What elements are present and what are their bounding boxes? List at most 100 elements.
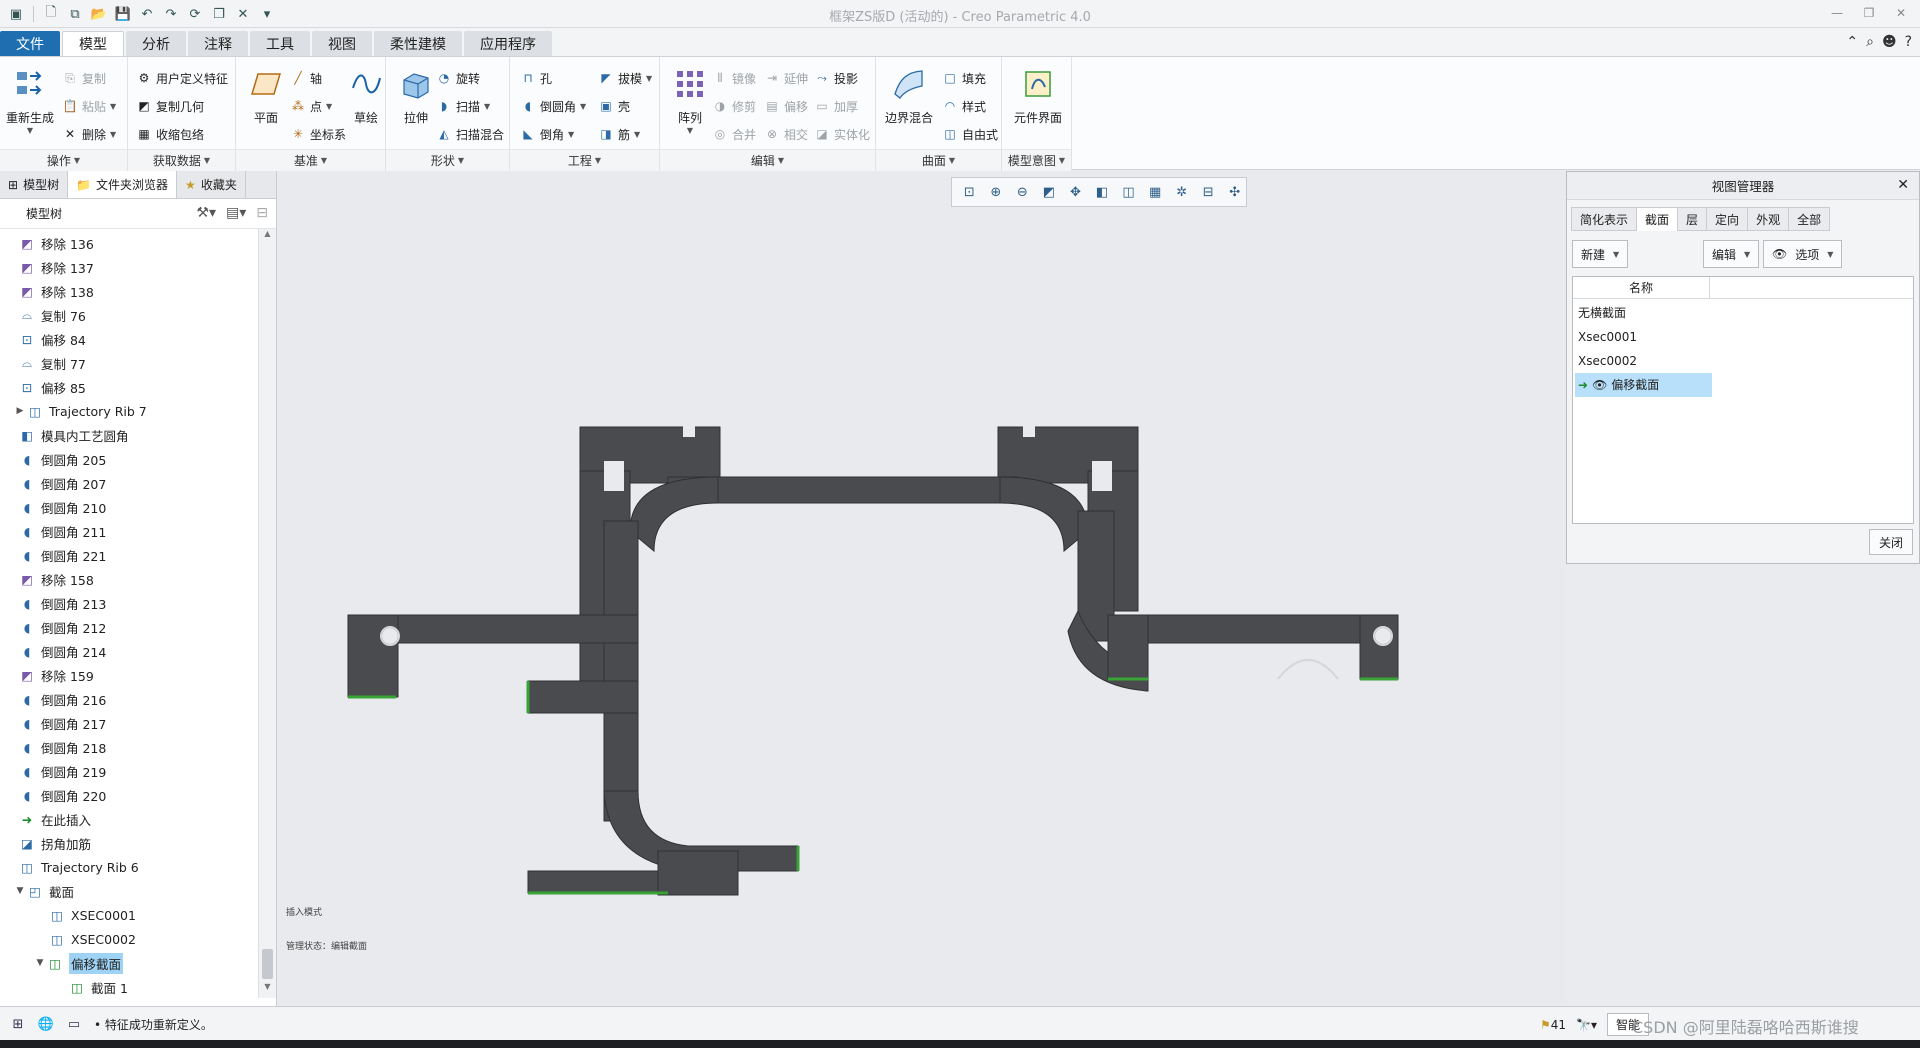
tree-item[interactable]: ◖ 倒圆角 214 bbox=[18, 639, 107, 663]
tree-item[interactable]: ◪ 拐角加筋 bbox=[18, 831, 91, 855]
tree-item[interactable]: ◖ 倒圆角 221 bbox=[18, 543, 107, 567]
scroll-thumb[interactable] bbox=[262, 949, 273, 979]
tab-annotate[interactable]: 注释 bbox=[188, 31, 248, 56]
trim-button[interactable]: ◑ 修剪 bbox=[712, 95, 756, 117]
regenerate-dropdown-icon[interactable]: ▼ bbox=[27, 126, 33, 135]
tree-item[interactable]: ⊡ 偏移 85 bbox=[18, 375, 86, 399]
delete-button[interactable]: ✕ 删除 ▼ bbox=[62, 123, 116, 145]
collapse-icon[interactable]: ▼ bbox=[14, 886, 26, 896]
freestyle-button[interactable]: ◫ 自由式 bbox=[942, 123, 998, 145]
tree-show-icon[interactable]: ▤▾ bbox=[226, 205, 246, 221]
tree-item[interactable]: ◫ 截面 1 bbox=[68, 975, 128, 998]
swept-blend-button[interactable]: ◭ 扫描混合 bbox=[436, 123, 504, 145]
tab-applications[interactable]: 应用程序 bbox=[464, 31, 552, 56]
find-icon[interactable]: 🔭▾ bbox=[1576, 1018, 1597, 1032]
tree-item[interactable]: ◖ 倒圆角 205 bbox=[18, 447, 107, 471]
point-button[interactable]: ⁂ 点 ▼ bbox=[290, 95, 332, 117]
search-icon[interactable]: ⌕ bbox=[1866, 34, 1874, 50]
style-button[interactable]: ◠ 样式 bbox=[942, 95, 986, 117]
tree-item[interactable]: ⊡ 偏移 84 bbox=[18, 327, 86, 351]
rib-button[interactable]: ◨ 筋 ▼ bbox=[598, 123, 640, 145]
sketch-button[interactable]: 草绘 bbox=[340, 63, 392, 147]
close-icon[interactable]: ✕ bbox=[1897, 177, 1909, 193]
tab-all[interactable]: 全部 bbox=[1788, 207, 1831, 231]
tree-item[interactable]: ◖ 倒圆角 212 bbox=[18, 615, 107, 639]
browser-icon[interactable]: 🌐 bbox=[36, 1014, 56, 1034]
merge-button[interactable]: ◎ 合并 bbox=[712, 123, 756, 145]
tab-simplified-rep[interactable]: 简化表示 bbox=[1571, 207, 1637, 231]
tree-item-selected[interactable]: ▼ ◫ 偏移截面 bbox=[34, 951, 124, 975]
solidify-button[interactable]: ◪ 实体化 bbox=[814, 123, 870, 145]
copy-geometry-button[interactable]: ◩ 复制几何 bbox=[136, 95, 204, 117]
tree-item[interactable]: ◖ 倒圆角 207 bbox=[18, 471, 107, 495]
component-interface-button[interactable]: 元件界面 bbox=[1010, 63, 1066, 147]
tab-favorites[interactable]: ★ 收藏夹 bbox=[177, 171, 246, 198]
tab-sections[interactable]: 截面 bbox=[1636, 207, 1678, 231]
column-name-header[interactable]: 名称 bbox=[1573, 277, 1710, 298]
chamfer-button[interactable]: ◣ 倒角 ▼ bbox=[520, 123, 574, 145]
section-row[interactable]: Xsec0001 bbox=[1575, 325, 1712, 349]
tree-item[interactable]: ◖ 倒圆角 213 bbox=[18, 591, 107, 615]
thicken-button[interactable]: ▭ 加厚 bbox=[814, 95, 858, 117]
pattern-dropdown-icon[interactable]: ▼ bbox=[687, 126, 693, 135]
tree-item[interactable]: ⌓ 复制 76 bbox=[18, 303, 86, 327]
tab-model-tree[interactable]: ⊞ 模型树 bbox=[0, 171, 69, 198]
close-icon[interactable]: ✕ bbox=[1888, 3, 1914, 23]
tree-item[interactable]: ◫ XSEC0001 bbox=[48, 903, 136, 927]
tree-item-sections[interactable]: ▼ ◰ 截面 bbox=[14, 879, 74, 903]
community-icon[interactable]: ☻ bbox=[1882, 34, 1897, 50]
tree-scrollbar[interactable]: ▲ ▼ bbox=[258, 229, 276, 998]
tree-item[interactable]: ◩ 移除 138 bbox=[18, 279, 94, 303]
fill-button[interactable]: □ 填充 bbox=[942, 67, 986, 89]
scroll-down-icon[interactable]: ▼ bbox=[259, 982, 276, 998]
plane-button[interactable]: 平面 bbox=[240, 63, 292, 147]
section-row-active[interactable]: ➜ 👁 偏移截面 bbox=[1575, 373, 1712, 397]
scroll-up-icon[interactable]: ▲ bbox=[259, 229, 276, 245]
intersect-button[interactable]: ⊗ 相交 bbox=[764, 123, 808, 145]
hole-button[interactable]: ⊓ 孔 bbox=[520, 67, 552, 89]
shell-button[interactable]: ▣ 壳 bbox=[598, 95, 630, 117]
selection-count[interactable]: ⚑41 bbox=[1540, 1018, 1566, 1032]
tab-layers[interactable]: 层 bbox=[1677, 207, 1707, 231]
mirror-button[interactable]: ⫴ 镜像 bbox=[712, 67, 756, 89]
full-screen-icon[interactable]: ▭ bbox=[64, 1014, 84, 1034]
section-row[interactable]: Xsec0002 bbox=[1575, 349, 1712, 373]
tree-item[interactable]: ◩ 移除 158 bbox=[18, 567, 94, 591]
group-get-data-label[interactable]: 获取数据 ▼ bbox=[128, 149, 235, 171]
extrude-button[interactable]: 拉伸 bbox=[390, 63, 442, 147]
help-icon[interactable]: ? bbox=[1905, 34, 1912, 50]
part-model[interactable] bbox=[278, 171, 1566, 1006]
tab-folder-browser[interactable]: 📁 文件夹浏览器 bbox=[68, 171, 178, 198]
close-button[interactable]: 关闭 bbox=[1869, 529, 1913, 555]
tree-item[interactable]: ◖ 倒圆角 216 bbox=[18, 687, 107, 711]
tab-flexible-modeling[interactable]: 柔性建模 bbox=[374, 31, 462, 56]
tree-item[interactable]: ◖ 倒圆角 210 bbox=[18, 495, 107, 519]
tree-item[interactable]: ▶ ◫ Trajectory Rib 7 bbox=[14, 399, 147, 423]
expand-icon[interactable]: ▶ bbox=[14, 406, 26, 416]
tab-view[interactable]: 视图 bbox=[312, 31, 372, 56]
tab-model[interactable]: 模型 bbox=[62, 31, 124, 56]
tree-settings-icon[interactable]: ⚒▾ bbox=[196, 205, 216, 221]
project-button[interactable]: ⤳ 投影 bbox=[814, 67, 858, 89]
offset-button[interactable]: ▤ 偏移 bbox=[764, 95, 808, 117]
group-engineering-label[interactable]: 工程 ▼ bbox=[510, 149, 659, 171]
tab-appearance[interactable]: 外观 bbox=[1747, 207, 1789, 231]
tree-filter-icon[interactable]: ⊟ bbox=[256, 205, 268, 221]
csys-button[interactable]: ✳ 坐标系 bbox=[290, 123, 346, 145]
regenerate-button[interactable]: 重新生成 ▼ bbox=[4, 63, 56, 147]
tab-file[interactable]: 文件 bbox=[0, 31, 60, 56]
axis-button[interactable]: ╱ 轴 bbox=[290, 67, 322, 89]
group-shapes-label[interactable]: 形状 ▼ bbox=[386, 149, 509, 171]
tree-item[interactable]: ⌓ 复制 77 bbox=[18, 351, 86, 375]
edit-button[interactable]: 编辑 ▼ bbox=[1703, 240, 1760, 268]
group-model-intent-label[interactable]: 模型意图 ▼ bbox=[1002, 149, 1071, 171]
tree-item-insert-here[interactable]: ➜ 在此插入 bbox=[18, 807, 91, 831]
udf-button[interactable]: ⚙ 用户定义特征 bbox=[136, 67, 228, 89]
group-surfaces-label[interactable]: 曲面 ▼ bbox=[876, 149, 1001, 171]
tree-item[interactable]: ◖ 倒圆角 211 bbox=[18, 519, 107, 543]
round-button[interactable]: ◖ 倒圆角 ▼ bbox=[520, 95, 586, 117]
options-button[interactable]: 👁 选项 ▼ bbox=[1763, 240, 1843, 268]
group-operations-label[interactable]: 操作 ▼ bbox=[0, 149, 127, 171]
tree-item[interactable]: ◖ 倒圆角 218 bbox=[18, 735, 107, 759]
revolve-button[interactable]: ◔ 旋转 bbox=[436, 67, 480, 89]
